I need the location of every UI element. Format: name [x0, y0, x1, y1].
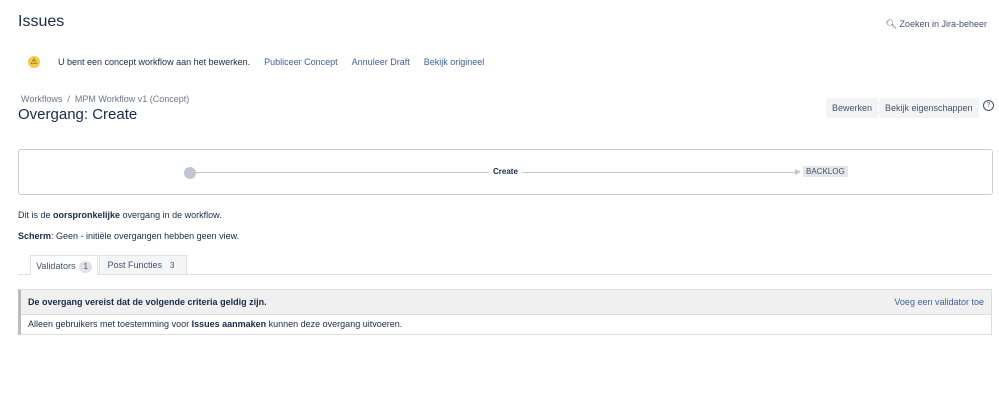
validators-count: 1 — [79, 261, 92, 273]
transition-label: Create — [489, 167, 522, 176]
validators-header-text: De overgang vereist dat de volgende crit… — [28, 297, 267, 307]
publish-draft-link[interactable]: Publiceer Concept — [264, 57, 338, 67]
tab-validators[interactable]: Validators 1 — [30, 255, 98, 275]
search-icon: 🔍︎ — [885, 19, 897, 29]
screen-info: Scherm: Geen - initiële overgangen hebbe… — [18, 231, 240, 241]
add-validator-link[interactable]: Voeg een validator toe — [894, 290, 984, 314]
initial-node — [184, 167, 196, 179]
validators-header: De overgang vereist dat de volgende crit… — [21, 290, 991, 315]
banner-message: U bent een concept workflow aan het bewe… — [58, 57, 251, 67]
breadcrumb-workflow[interactable]: MPM Workflow v1 (Concept) — [75, 94, 189, 104]
transition-diagram: Create BACKLOG — [18, 149, 993, 195]
page-title: Overgang: Create — [18, 106, 138, 123]
help-icon[interactable]: ? — [983, 100, 994, 111]
page-header-title: Issues — [18, 13, 65, 30]
initial-transition-info: Dit is de oorspronkelijke overgang in de… — [18, 210, 222, 220]
search-label: Zoeken in Jira-beheer — [899, 19, 987, 29]
validators-table: De overgang vereist dat de volgende crit… — [18, 289, 992, 335]
view-original-link[interactable]: Bekijk origineel — [424, 57, 485, 67]
breadcrumb-workflows[interactable]: Workflows — [21, 94, 62, 104]
validator-row: Alleen gebruikers met toestemming voor I… — [28, 319, 403, 329]
post-functions-count: 3 — [170, 261, 175, 270]
status-backlog: BACKLOG — [803, 166, 848, 177]
warning-icon: ⚠ — [28, 56, 40, 68]
draft-banner: ⚠ U bent een concept workflow aan het be… — [28, 56, 484, 68]
view-properties-button[interactable]: Bekijk eigenschappen — [879, 98, 979, 118]
edit-button[interactable]: Bewerken — [826, 98, 879, 118]
arrow-head-icon — [795, 169, 801, 175]
breadcrumb: Workflows / MPM Workflow v1 (Concept) — [21, 94, 190, 104]
tab-post-functions[interactable]: Post Functies 3 — [99, 255, 187, 274]
discard-draft-link[interactable]: Annuleer Draft — [352, 57, 410, 67]
admin-search[interactable]: 🔍︎ Zoeken in Jira-beheer — [885, 19, 987, 30]
